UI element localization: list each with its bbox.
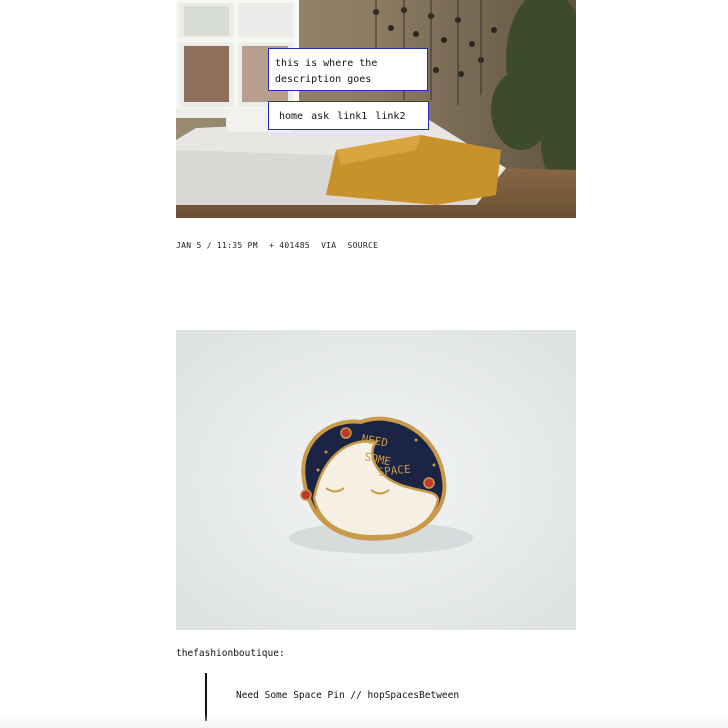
post-meta: JAN 5 / 11:35 PM + 401485 VIA SOURCE — [176, 241, 384, 250]
nav-link-ask[interactable]: ask — [311, 111, 329, 122]
blog-nav: home ask link1 link2 — [268, 101, 429, 130]
post-via-link[interactable]: VIA — [321, 241, 336, 250]
reblog-username[interactable]: thefashionboutique: — [176, 648, 285, 659]
post-date-link[interactable]: JAN 5 / 11:35 PM — [176, 241, 258, 250]
post-notes-link[interactable]: + 401485 — [269, 241, 310, 250]
nav-link-home[interactable]: home — [279, 111, 303, 122]
blockquote-text: Need Some Space Pin // hopSpacesBetween — [236, 690, 460, 701]
enamel-pin-image: NEED SOME SPACE — [176, 330, 576, 630]
nav-link-link2[interactable]: link2 — [375, 111, 405, 122]
blog-description: this is where the description goes — [275, 58, 378, 85]
post-photo-pin[interactable]: NEED SOME SPACE — [176, 330, 576, 630]
blog-description-box: this is where the description goes — [268, 48, 428, 91]
nav-link-link1[interactable]: link1 — [337, 111, 367, 122]
bottom-fade — [0, 714, 728, 728]
post-source-link[interactable]: SOURCE — [348, 241, 379, 250]
